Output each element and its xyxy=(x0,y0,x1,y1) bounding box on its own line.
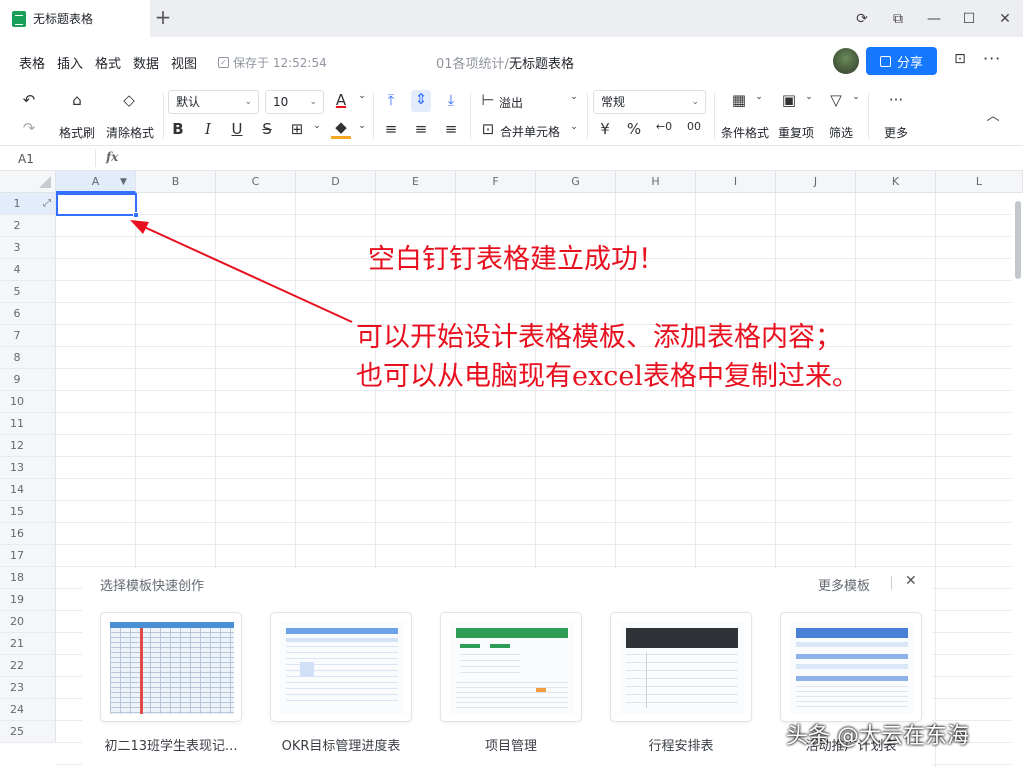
template-card[interactable] xyxy=(100,612,242,722)
watermark: 头条 @大云在东海 xyxy=(786,724,969,749)
annotation-line-3: 也可以从电脑现有excel表格中复制过来。 xyxy=(356,361,859,392)
template-thumbnail xyxy=(280,622,404,714)
template-card[interactable] xyxy=(780,612,922,722)
template-card-label[interactable]: OKR目标管理进度表 xyxy=(261,735,421,754)
template-thumbnail xyxy=(450,622,574,714)
template-card-label[interactable]: 行程安排表 xyxy=(601,735,761,754)
template-divider xyxy=(891,576,892,590)
template-card[interactable] xyxy=(270,612,412,722)
template-card[interactable] xyxy=(440,612,582,722)
close-icon[interactable]: ✕ xyxy=(905,573,917,589)
template-card-label[interactable]: 项目管理 xyxy=(431,735,591,754)
template-card[interactable] xyxy=(610,612,752,722)
template-panel-title: 选择模板快速创作 xyxy=(100,579,205,594)
arrow-line xyxy=(141,225,353,323)
template-thumbnail xyxy=(110,622,234,714)
arrow-head xyxy=(130,220,149,234)
annotation-line-2: 可以开始设计表格模板、添加表格内容； xyxy=(356,322,842,353)
annotation-line-1: 空白钉钉表格建立成功！ xyxy=(368,244,665,275)
more-templates-link[interactable]: 更多模板 xyxy=(818,575,870,594)
template-thumbnail xyxy=(790,622,914,714)
template-card-label[interactable]: 初二13班学生表现记... xyxy=(91,735,251,754)
template-thumbnail xyxy=(620,622,744,714)
